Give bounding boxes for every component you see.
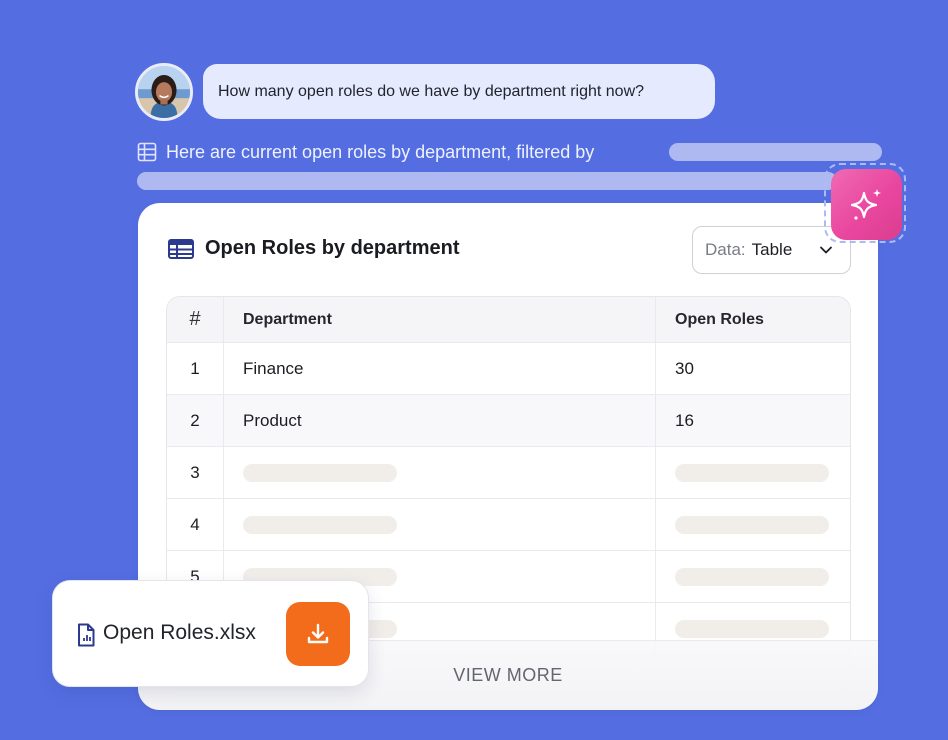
department-cell: Finance [224, 343, 656, 394]
table-row: 4 [167, 499, 850, 551]
loading-placeholder [675, 567, 829, 586]
loading-placeholder [675, 619, 829, 638]
card-title-text: Open Roles by department [205, 237, 460, 259]
card-title: Open Roles by department [168, 237, 460, 260]
ai-sparkle-frame [824, 163, 906, 243]
loading-placeholder [243, 463, 397, 482]
table-icon [137, 142, 157, 162]
select-label: Data: [705, 240, 746, 259]
table-row: 2 Product 16 [167, 395, 850, 447]
department-cell [224, 499, 656, 550]
answer-text-line: Here are current open roles by departmen… [137, 141, 594, 163]
row-number: 1 [167, 343, 224, 394]
open-roles-cell [656, 447, 850, 498]
ai-sparkle-button[interactable] [831, 169, 902, 240]
loading-placeholder [675, 463, 829, 482]
loading-placeholder [243, 515, 397, 534]
download-icon [307, 623, 329, 644]
table-row: 1 Finance 30 [167, 343, 850, 395]
answer-placeholder-1 [669, 143, 882, 161]
open-roles-cell: 16 [675, 410, 694, 430]
row-number: 2 [167, 395, 224, 446]
open-roles-cell [656, 551, 850, 602]
table-icon [168, 238, 194, 259]
row-number: 4 [167, 499, 224, 550]
download-button[interactable] [286, 602, 350, 666]
file-chart-icon [78, 623, 95, 647]
row-number: 3 [167, 447, 224, 498]
file-name: Open Roles.xlsx [103, 621, 256, 644]
column-header-num: # [167, 297, 224, 342]
open-roles-cell: 30 [675, 358, 694, 378]
question-bubble: How many open roles do we have by depart… [203, 64, 715, 119]
loading-placeholder [675, 515, 829, 534]
table-row: 3 [167, 447, 850, 499]
user-avatar [135, 63, 193, 121]
sparkle-icon [850, 188, 881, 220]
column-header-department: Department [224, 297, 656, 342]
open-roles-cell [656, 499, 850, 550]
file-attachment[interactable]: Open Roles.xlsx [52, 580, 369, 687]
answer-text: Here are current open roles by departmen… [166, 141, 595, 162]
column-header-open-roles: Open Roles [675, 310, 764, 328]
table-header-row: # Department Open Roles [167, 297, 850, 343]
department-cell [224, 447, 656, 498]
select-value: Table [751, 240, 793, 259]
department-cell: Product [224, 395, 656, 446]
answer-placeholder-2 [137, 172, 837, 190]
chevron-down-icon [820, 246, 832, 254]
